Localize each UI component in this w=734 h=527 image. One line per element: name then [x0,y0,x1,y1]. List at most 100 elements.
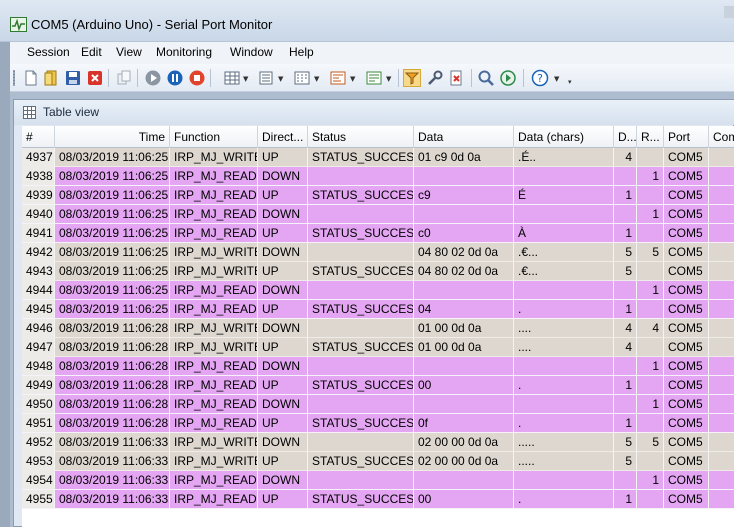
search-icon[interactable] [477,69,495,87]
column-header-status[interactable]: Status [308,126,414,148]
table-row[interactable]: 4953 08/03/2019 11:06:33 IRP_MJ_WRITE UP STA… [22,452,734,471]
cell-port: COM5 [664,376,709,395]
chevron-down-icon[interactable]: ▼ [350,75,355,83]
table-row[interactable]: 4940 08/03/2019 11:06:25 IRP_MJ_READ DOWN 1 C… [22,205,734,224]
data-grid[interactable]: # Time Function Direct... Status Data Da… [22,126,734,527]
terminal-view-icon[interactable] [329,69,347,87]
dump-view-icon[interactable] [293,69,311,87]
pause-icon[interactable] [166,69,184,87]
table-view-icon[interactable] [223,69,241,87]
filter-icon[interactable] [403,69,421,87]
cell-d: 1 [614,186,637,205]
menu-window[interactable]: Window [230,45,273,59]
save-icon[interactable] [64,69,82,87]
window-controls[interactable] [724,6,734,18]
cell-d: 5 [614,243,637,262]
menu-monitoring[interactable]: Monitoring [156,45,212,59]
table-row[interactable]: 4938 08/03/2019 11:06:25 IRP_MJ_READ DOWN 1 C… [22,167,734,186]
cell-func: IRP_MJ_WRITE [170,148,258,167]
table-row[interactable]: 4948 08/03/2019 11:06:28 IRP_MJ_READ DOWN 1 C… [22,357,734,376]
cell-comment [709,300,734,319]
start-icon[interactable] [144,69,162,87]
toolbar-overflow-icon[interactable]: ▾ [568,78,572,86]
column-header-direction[interactable]: Direct... [258,126,308,148]
cell-dir: UP [258,490,308,509]
help-icon[interactable]: ? [531,69,549,87]
cell-d [614,205,637,224]
stop-icon[interactable] [188,69,206,87]
cell-dir: UP [258,262,308,281]
cell-dir: UP [258,414,308,433]
column-header-data[interactable]: Data [414,126,514,148]
table-row[interactable]: 4942 08/03/2019 11:06:25 IRP_MJ_WRITE DOWN 0… [22,243,734,262]
table-row[interactable]: 4946 08/03/2019 11:06:28 IRP_MJ_WRITE DOWN 0… [22,319,734,338]
chevron-down-icon[interactable]: ▼ [386,75,391,83]
chevron-down-icon[interactable]: ▼ [278,75,283,83]
cell-dir: UP [258,300,308,319]
column-header-d[interactable]: D... [614,126,637,148]
column-header-number[interactable]: # [22,126,55,148]
table-row[interactable]: 4944 08/03/2019 11:06:25 IRP_MJ_READ DOWN 1 C… [22,281,734,300]
line-view-icon[interactable] [257,69,275,87]
cell-id: 4955 [22,490,55,509]
cell-dir: DOWN [258,167,308,186]
cell-comment [709,338,734,357]
table-row[interactable]: 4955 08/03/2019 11:06:33 IRP_MJ_READ UP STAT… [22,490,734,509]
cell-r: 1 [637,281,664,300]
column-header-time[interactable]: Time [55,126,170,148]
table-row[interactable]: 4949 08/03/2019 11:06:28 IRP_MJ_READ UP STAT… [22,376,734,395]
cell-time: 08/03/2019 11:06:28 [55,338,170,357]
column-header-r[interactable]: R... [637,126,664,148]
column-header-comment[interactable]: Com [709,126,734,148]
copy-icon[interactable] [115,69,133,87]
table-row[interactable]: 4952 08/03/2019 11:06:33 IRP_MJ_WRITE DOWN 0… [22,433,734,452]
cell-chars: .É.. [514,148,614,167]
table-row[interactable]: 4945 08/03/2019 11:06:25 IRP_MJ_READ UP STAT… [22,300,734,319]
menu-session[interactable]: Session [27,45,70,59]
cell-time: 08/03/2019 11:06:28 [55,357,170,376]
new-session-icon[interactable] [22,69,40,87]
chevron-down-icon[interactable]: ▼ [314,75,319,83]
cell-d: 4 [614,338,637,357]
open-icon[interactable] [42,69,60,87]
menu-edit[interactable]: Edit [81,45,102,59]
settings-icon[interactable] [426,69,444,87]
cell-comment [709,319,734,338]
app-icon [10,17,27,32]
cell-chars: ..... [514,433,614,452]
column-header-port[interactable]: Port [664,126,709,148]
cell-r [637,262,664,281]
go-icon[interactable] [499,69,517,87]
cell-status: STATUS_SUCCESS [308,300,414,319]
toolbar-grip[interactable] [13,70,15,86]
table-row[interactable]: 4943 08/03/2019 11:06:25 IRP_MJ_WRITE UP STA… [22,262,734,281]
chevron-down-icon[interactable]: ▼ [243,75,248,83]
cell-time: 08/03/2019 11:06:33 [55,471,170,490]
table-row[interactable]: 4941 08/03/2019 11:06:25 IRP_MJ_READ UP STAT… [22,224,734,243]
column-header-data-chars[interactable]: Data (chars) [514,126,614,148]
cell-port: COM5 [664,490,709,509]
menu-view[interactable]: View [116,45,142,59]
cell-port: COM5 [664,395,709,414]
cell-dir: DOWN [258,471,308,490]
close-session-icon[interactable] [86,69,104,87]
cell-id: 4937 [22,148,55,167]
cell-r: 1 [637,357,664,376]
cell-func: IRP_MJ_READ [170,300,258,319]
menu-help[interactable]: Help [289,45,314,59]
cell-data [414,167,514,186]
cell-id: 4945 [22,300,55,319]
chevron-down-icon[interactable]: ▼ [554,75,559,83]
table-row[interactable]: 4951 08/03/2019 11:06:28 IRP_MJ_READ UP STAT… [22,414,734,433]
table-row[interactable]: 4939 08/03/2019 11:06:25 IRP_MJ_READ UP STAT… [22,186,734,205]
cell-data: 00 [414,376,514,395]
table-row[interactable]: 4950 08/03/2019 11:06:28 IRP_MJ_READ DOWN 1 C… [22,395,734,414]
cell-dir: UP [258,376,308,395]
clear-icon[interactable] [447,69,465,87]
table-row[interactable]: 4947 08/03/2019 11:06:28 IRP_MJ_WRITE UP STA… [22,338,734,357]
modbus-view-icon[interactable] [365,69,383,87]
column-header-function[interactable]: Function [170,126,258,148]
cell-chars: .... [514,319,614,338]
table-row[interactable]: 4954 08/03/2019 11:06:33 IRP_MJ_READ DOWN 1 C… [22,471,734,490]
table-row[interactable]: 4937 08/03/2019 11:06:25 IRP_MJ_WRITE UP STA… [22,148,734,167]
